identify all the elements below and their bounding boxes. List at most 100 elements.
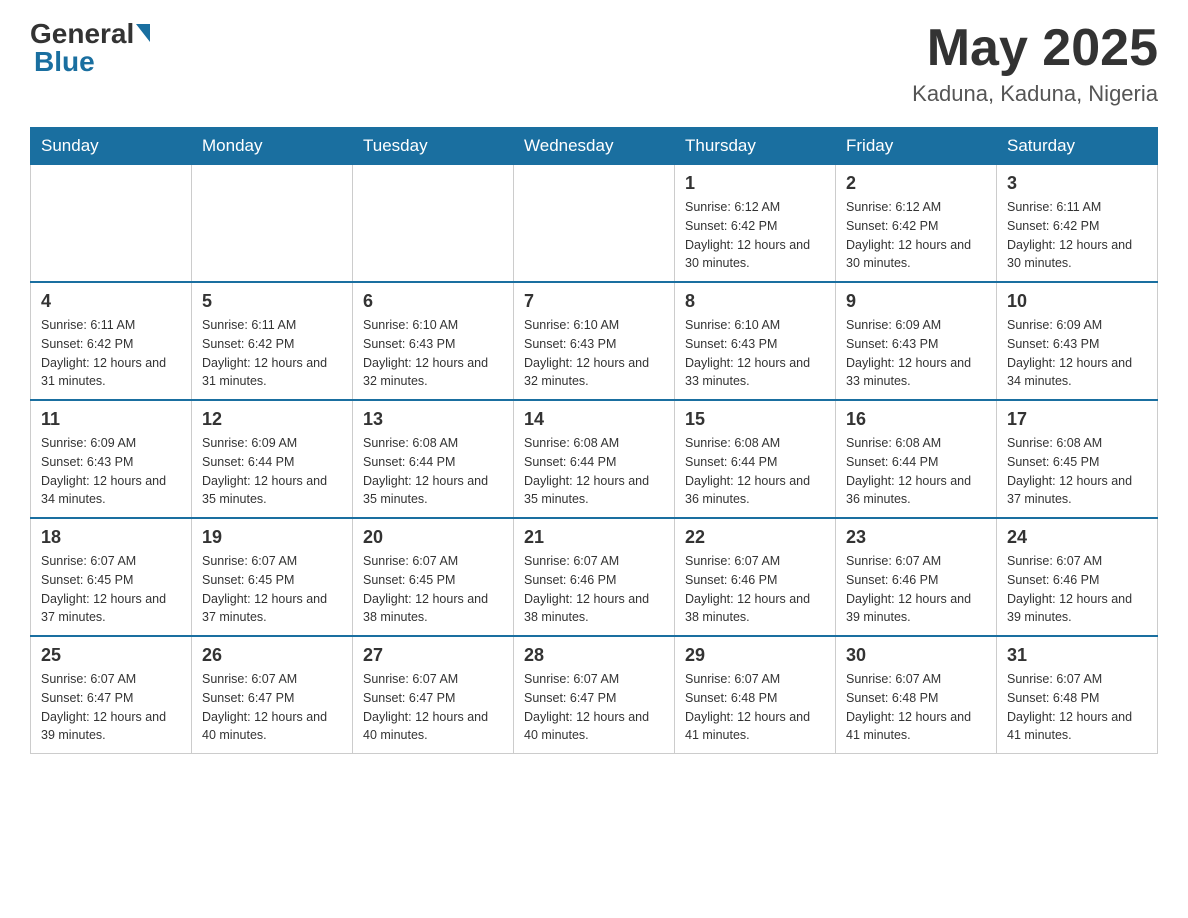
day-number: 14 bbox=[524, 409, 664, 430]
day-number: 24 bbox=[1007, 527, 1147, 548]
page-header: General Blue May 2025 Kaduna, Kaduna, Ni… bbox=[30, 20, 1158, 107]
day-number: 25 bbox=[41, 645, 181, 666]
calendar-week-row: 18 Sunrise: 6:07 AMSunset: 6:45 PMDayligh… bbox=[31, 518, 1158, 636]
month-year-title: May 2025 bbox=[912, 20, 1158, 77]
calendar-day-cell bbox=[31, 165, 192, 283]
logo-triangle-icon bbox=[136, 24, 150, 42]
day-info: Sunrise: 6:07 AMSunset: 6:45 PMDaylight:… bbox=[41, 552, 181, 627]
day-info: Sunrise: 6:09 AMSunset: 6:43 PMDaylight:… bbox=[41, 434, 181, 509]
day-info: Sunrise: 6:08 AMSunset: 6:44 PMDaylight:… bbox=[685, 434, 825, 509]
day-info: Sunrise: 6:07 AMSunset: 6:46 PMDaylight:… bbox=[846, 552, 986, 627]
calendar-week-row: 25 Sunrise: 6:07 AMSunset: 6:47 PMDayligh… bbox=[31, 636, 1158, 754]
calendar-week-row: 1 Sunrise: 6:12 AMSunset: 6:42 PMDaylight… bbox=[31, 165, 1158, 283]
day-number: 12 bbox=[202, 409, 342, 430]
calendar-day-cell: 13Sunrise: 6:08 AMSunset: 6:44 PMDayligh… bbox=[353, 400, 514, 518]
day-number: 3 bbox=[1007, 173, 1147, 194]
calendar-day-cell: 24 Sunrise: 6:07 AMSunset: 6:46 PMDayligh… bbox=[997, 518, 1158, 636]
day-info: Sunrise: 6:09 AMSunset: 6:44 PMDaylight:… bbox=[202, 434, 342, 509]
logo: General Blue bbox=[30, 20, 150, 76]
calendar-day-cell bbox=[514, 165, 675, 283]
day-number: 1 bbox=[685, 173, 825, 194]
calendar-day-header: Thursday bbox=[675, 128, 836, 165]
day-info: Sunrise: 6:07 AMSunset: 6:47 PMDaylight:… bbox=[202, 670, 342, 745]
day-number: 15 bbox=[685, 409, 825, 430]
day-info: Sunrise: 6:07 AMSunset: 6:48 PMDaylight:… bbox=[685, 670, 825, 745]
day-number: 26 bbox=[202, 645, 342, 666]
day-number: 2 bbox=[846, 173, 986, 194]
day-info: Sunrise: 6:10 AMSunset: 6:43 PMDaylight:… bbox=[524, 316, 664, 391]
day-number: 22 bbox=[685, 527, 825, 548]
calendar-day-cell: 11 Sunrise: 6:09 AMSunset: 6:43 PMDayligh… bbox=[31, 400, 192, 518]
day-number: 8 bbox=[685, 291, 825, 312]
day-number: 17 bbox=[1007, 409, 1147, 430]
calendar-day-header: Sunday bbox=[31, 128, 192, 165]
day-number: 11 bbox=[41, 409, 181, 430]
calendar-day-header: Tuesday bbox=[353, 128, 514, 165]
calendar-day-cell: 9 Sunrise: 6:09 AMSunset: 6:43 PMDaylight… bbox=[836, 282, 997, 400]
calendar-day-cell: 8 Sunrise: 6:10 AMSunset: 6:43 PMDaylight… bbox=[675, 282, 836, 400]
day-info: Sunrise: 6:10 AMSunset: 6:43 PMDaylight:… bbox=[363, 316, 503, 391]
day-info: Sunrise: 6:07 AMSunset: 6:48 PMDaylight:… bbox=[846, 670, 986, 745]
calendar-day-cell: 25Sunrise: 6:07 AMSunset: 6:47 PMDayligh… bbox=[31, 636, 192, 754]
calendar-week-row: 4 Sunrise: 6:11 AMSunset: 6:42 PMDaylight… bbox=[31, 282, 1158, 400]
calendar-day-cell: 5Sunrise: 6:11 AMSunset: 6:42 PMDaylight… bbox=[192, 282, 353, 400]
location-text: Kaduna, Kaduna, Nigeria bbox=[912, 81, 1158, 107]
calendar-day-cell: 19 Sunrise: 6:07 AMSunset: 6:45 PMDayligh… bbox=[192, 518, 353, 636]
calendar-day-cell: 14 Sunrise: 6:08 AMSunset: 6:44 PMDayligh… bbox=[514, 400, 675, 518]
calendar-day-cell: 22 Sunrise: 6:07 AMSunset: 6:46 PMDayligh… bbox=[675, 518, 836, 636]
calendar-day-header: Monday bbox=[192, 128, 353, 165]
day-info: Sunrise: 6:07 AMSunset: 6:47 PMDaylight:… bbox=[524, 670, 664, 745]
day-info: Sunrise: 6:07 AMSunset: 6:47 PMDaylight:… bbox=[363, 670, 503, 745]
calendar-header-row: SundayMondayTuesdayWednesdayThursdayFrid… bbox=[31, 128, 1158, 165]
calendar-day-cell: 6Sunrise: 6:10 AMSunset: 6:43 PMDaylight… bbox=[353, 282, 514, 400]
calendar-day-cell: 28Sunrise: 6:07 AMSunset: 6:47 PMDayligh… bbox=[514, 636, 675, 754]
day-number: 31 bbox=[1007, 645, 1147, 666]
calendar-day-cell: 31 Sunrise: 6:07 AMSunset: 6:48 PMDayligh… bbox=[997, 636, 1158, 754]
title-block: May 2025 Kaduna, Kaduna, Nigeria bbox=[912, 20, 1158, 107]
calendar-day-cell: 16 Sunrise: 6:08 AMSunset: 6:44 PMDayligh… bbox=[836, 400, 997, 518]
calendar-day-cell: 12 Sunrise: 6:09 AMSunset: 6:44 PMDayligh… bbox=[192, 400, 353, 518]
day-info: Sunrise: 6:12 AMSunset: 6:42 PMDaylight:… bbox=[846, 198, 986, 273]
day-number: 30 bbox=[846, 645, 986, 666]
day-number: 7 bbox=[524, 291, 664, 312]
day-info: Sunrise: 6:07 AMSunset: 6:46 PMDaylight:… bbox=[1007, 552, 1147, 627]
calendar-day-cell: 2 Sunrise: 6:12 AMSunset: 6:42 PMDaylight… bbox=[836, 165, 997, 283]
calendar-day-header: Saturday bbox=[997, 128, 1158, 165]
calendar-week-row: 11 Sunrise: 6:09 AMSunset: 6:43 PMDayligh… bbox=[31, 400, 1158, 518]
calendar-day-cell: 27Sunrise: 6:07 AMSunset: 6:47 PMDayligh… bbox=[353, 636, 514, 754]
day-number: 9 bbox=[846, 291, 986, 312]
calendar-day-cell: 21Sunrise: 6:07 AMSunset: 6:46 PMDayligh… bbox=[514, 518, 675, 636]
calendar-day-cell: 4Sunrise: 6:11 AMSunset: 6:42 PMDaylight… bbox=[31, 282, 192, 400]
calendar-day-cell: 18 Sunrise: 6:07 AMSunset: 6:45 PMDayligh… bbox=[31, 518, 192, 636]
day-info: Sunrise: 6:08 AMSunset: 6:45 PMDaylight:… bbox=[1007, 434, 1147, 509]
day-info: Sunrise: 6:08 AMSunset: 6:44 PMDaylight:… bbox=[846, 434, 986, 509]
calendar-day-cell: 10 Sunrise: 6:09 AMSunset: 6:43 PMDayligh… bbox=[997, 282, 1158, 400]
calendar-table: SundayMondayTuesdayWednesdayThursdayFrid… bbox=[30, 127, 1158, 754]
day-number: 10 bbox=[1007, 291, 1147, 312]
day-number: 18 bbox=[41, 527, 181, 548]
logo-blue-text: Blue bbox=[34, 48, 150, 76]
day-info: Sunrise: 6:07 AMSunset: 6:46 PMDaylight:… bbox=[685, 552, 825, 627]
calendar-day-cell: 7 Sunrise: 6:10 AMSunset: 6:43 PMDaylight… bbox=[514, 282, 675, 400]
day-number: 19 bbox=[202, 527, 342, 548]
day-info: Sunrise: 6:08 AMSunset: 6:44 PMDaylight:… bbox=[363, 434, 503, 509]
day-info: Sunrise: 6:07 AMSunset: 6:45 PMDaylight:… bbox=[202, 552, 342, 627]
calendar-day-cell: 23Sunrise: 6:07 AMSunset: 6:46 PMDayligh… bbox=[836, 518, 997, 636]
calendar-day-cell bbox=[353, 165, 514, 283]
day-info: Sunrise: 6:09 AMSunset: 6:43 PMDaylight:… bbox=[846, 316, 986, 391]
day-info: Sunrise: 6:10 AMSunset: 6:43 PMDaylight:… bbox=[685, 316, 825, 391]
day-info: Sunrise: 6:08 AMSunset: 6:44 PMDaylight:… bbox=[524, 434, 664, 509]
calendar-day-cell bbox=[192, 165, 353, 283]
day-number: 4 bbox=[41, 291, 181, 312]
day-number: 20 bbox=[363, 527, 503, 548]
calendar-day-cell: 30 Sunrise: 6:07 AMSunset: 6:48 PMDayligh… bbox=[836, 636, 997, 754]
day-info: Sunrise: 6:07 AMSunset: 6:45 PMDaylight:… bbox=[363, 552, 503, 627]
calendar-day-cell: 20 Sunrise: 6:07 AMSunset: 6:45 PMDayligh… bbox=[353, 518, 514, 636]
day-info: Sunrise: 6:07 AMSunset: 6:48 PMDaylight:… bbox=[1007, 670, 1147, 745]
calendar-day-header: Wednesday bbox=[514, 128, 675, 165]
day-info: Sunrise: 6:09 AMSunset: 6:43 PMDaylight:… bbox=[1007, 316, 1147, 391]
day-info: Sunrise: 6:11 AMSunset: 6:42 PMDaylight:… bbox=[202, 316, 342, 391]
calendar-day-cell: 1Sunrise: 6:12 AMSunset: 6:42 PMDaylight… bbox=[675, 165, 836, 283]
calendar-day-cell: 3Sunrise: 6:11 AMSunset: 6:42 PMDaylight… bbox=[997, 165, 1158, 283]
day-number: 16 bbox=[846, 409, 986, 430]
